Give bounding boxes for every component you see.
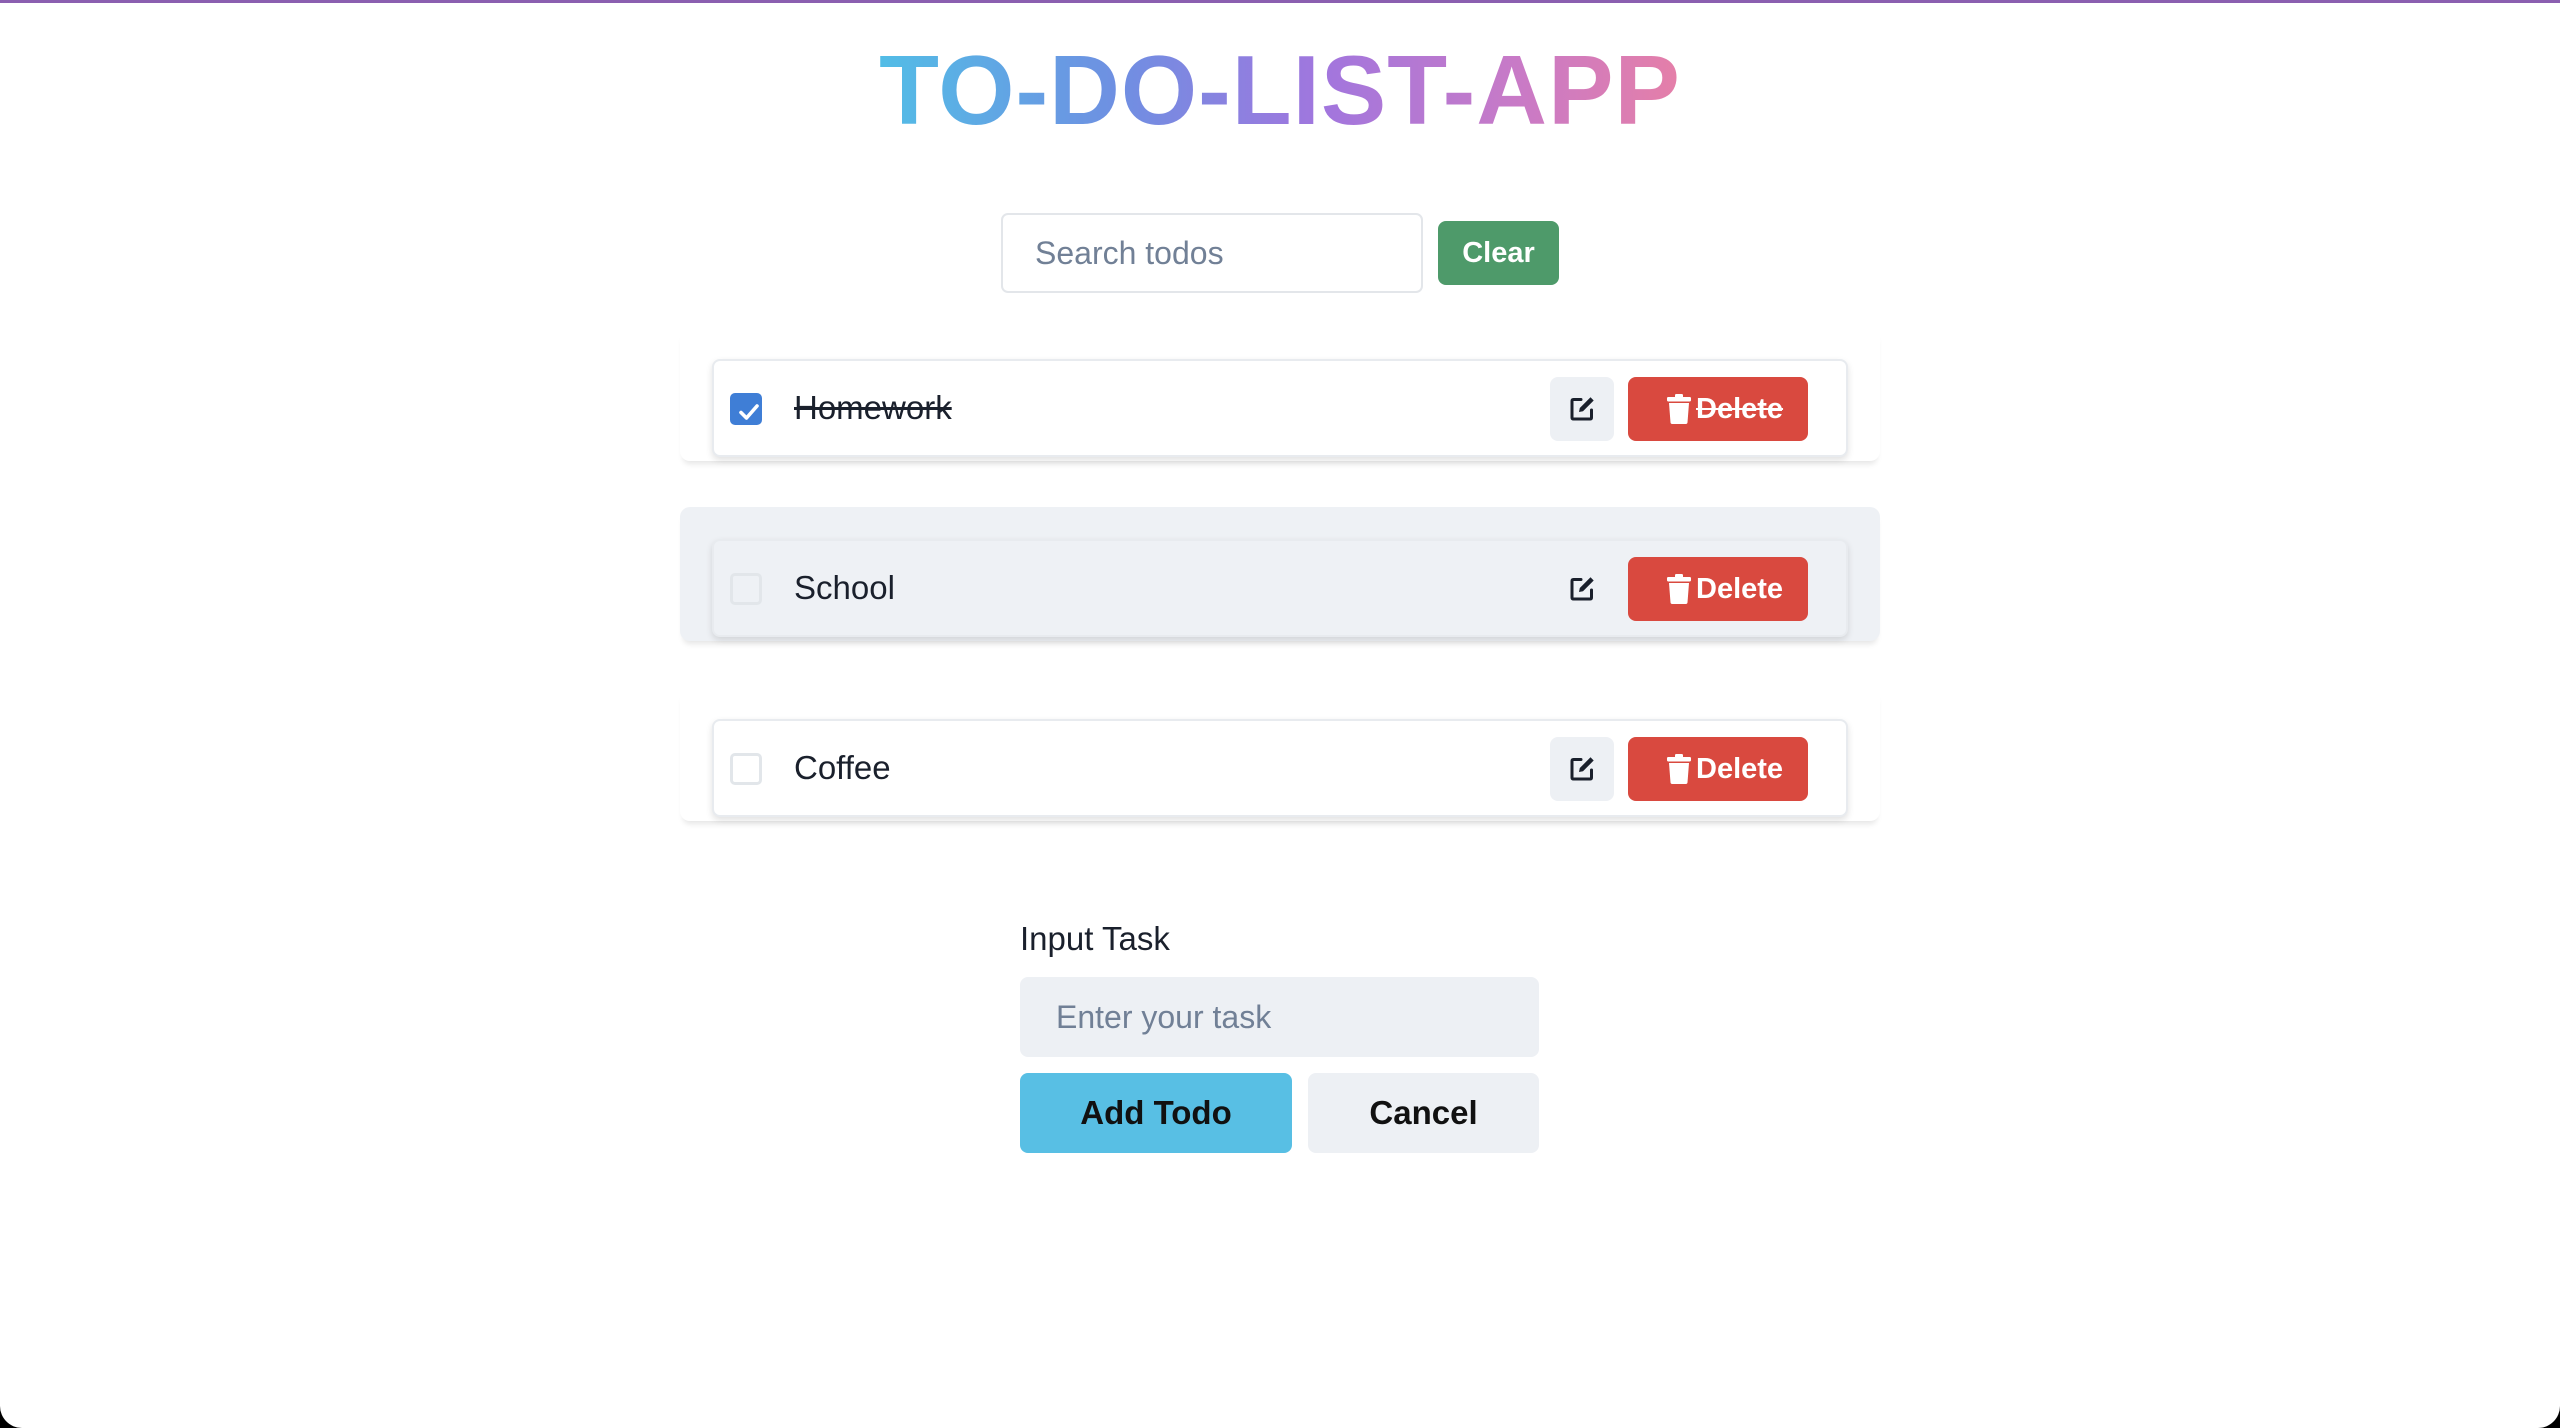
todo-item: Homework Delete bbox=[680, 327, 1880, 461]
clear-button[interactable]: Clear bbox=[1438, 221, 1559, 285]
cancel-button[interactable]: Cancel bbox=[1308, 1073, 1539, 1153]
todo-text: Homework bbox=[794, 389, 952, 426]
edit-button[interactable] bbox=[1550, 737, 1614, 801]
edit-icon bbox=[1570, 577, 1594, 601]
trash-icon bbox=[1667, 574, 1691, 604]
task-input[interactable] bbox=[1020, 977, 1539, 1057]
trash-icon bbox=[1667, 754, 1691, 784]
delete-label: Delete bbox=[1696, 573, 1784, 605]
checkmark-icon bbox=[739, 404, 759, 420]
app-window: TO-DO-LIST-APP Clear Homework bbox=[0, 0, 2560, 1428]
todo-checkbox[interactable] bbox=[730, 753, 762, 785]
delete-button[interactable]: Delete bbox=[1628, 377, 1808, 441]
todo-card: School Delete bbox=[712, 539, 1848, 637]
todo-item: School Delete bbox=[680, 507, 1880, 641]
todo-checkbox[interactable] bbox=[730, 393, 762, 425]
todo-item: Coffee Delete bbox=[680, 687, 1880, 821]
trash-icon bbox=[1667, 394, 1691, 424]
page-title: TO-DO-LIST-APP bbox=[0, 31, 2560, 149]
add-todo-button[interactable]: Add Todo bbox=[1020, 1073, 1292, 1153]
todo-card: Coffee Delete bbox=[712, 719, 1848, 817]
search-input[interactable] bbox=[1001, 213, 1423, 293]
page-title-text: TO-DO-LIST-APP bbox=[879, 35, 1681, 145]
todo-text: Coffee bbox=[794, 749, 891, 786]
todo-text: School bbox=[794, 569, 895, 606]
delete-label: Delete bbox=[1696, 753, 1784, 785]
edit-button[interactable] bbox=[1550, 557, 1614, 621]
edit-button[interactable] bbox=[1550, 377, 1614, 441]
delete-button[interactable]: Delete bbox=[1628, 737, 1808, 801]
delete-label: Delete bbox=[1696, 393, 1784, 425]
todo-card: Homework Delete bbox=[712, 359, 1848, 457]
delete-button[interactable]: Delete bbox=[1628, 557, 1808, 621]
task-input-label: Input Task bbox=[1020, 920, 1170, 957]
todo-checkbox[interactable] bbox=[730, 573, 762, 605]
edit-icon bbox=[1570, 397, 1594, 421]
edit-icon bbox=[1570, 757, 1594, 781]
